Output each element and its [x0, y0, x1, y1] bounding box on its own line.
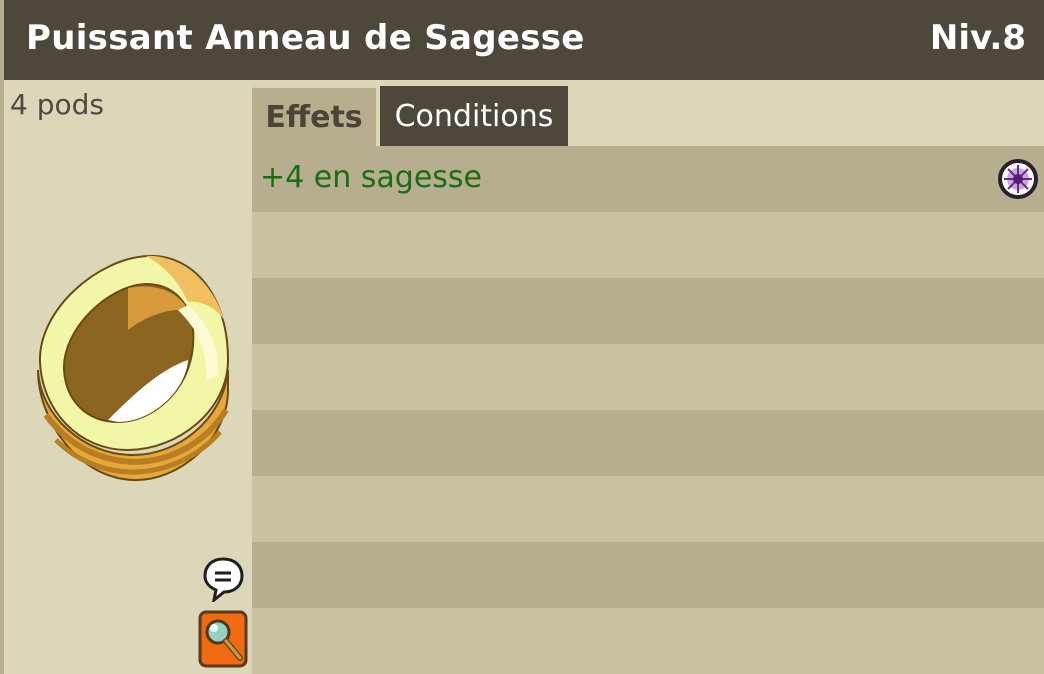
item-weight: 4 pods: [10, 88, 104, 121]
speech-bubble-icon[interactable]: [202, 556, 244, 602]
tab-conditions[interactable]: Conditions: [380, 86, 568, 146]
item-header: Puissant Anneau de Sagesse Niv.8: [0, 0, 1044, 80]
empty-effect-row: [252, 476, 1044, 542]
empty-effect-row: [252, 212, 1044, 278]
gold-ring-icon: [37, 254, 230, 482]
item-details: Effets Conditions +4 en sagesse: [252, 80, 1044, 674]
effects-list: +4 en sagesse: [252, 146, 1044, 674]
item-name: Puissant Anneau de Sagesse: [26, 18, 585, 58]
empty-effect-row: [252, 542, 1044, 608]
empty-effect-row: [252, 608, 1044, 674]
effect-row: +4 en sagesse: [252, 146, 1044, 212]
effect-text: +4 en sagesse: [260, 160, 482, 195]
item-level: Niv.8: [929, 18, 1026, 58]
empty-effect-row: [252, 344, 1044, 410]
empty-effect-row: [252, 278, 1044, 344]
item-sidebar: 4 pods: [0, 80, 252, 674]
details-tabs: Effets Conditions: [252, 80, 1044, 146]
tab-effects[interactable]: Effets: [252, 84, 376, 146]
empty-effect-row: [252, 410, 1044, 476]
wisdom-eye-icon: [998, 159, 1038, 199]
magnifier-icon[interactable]: [198, 608, 248, 668]
